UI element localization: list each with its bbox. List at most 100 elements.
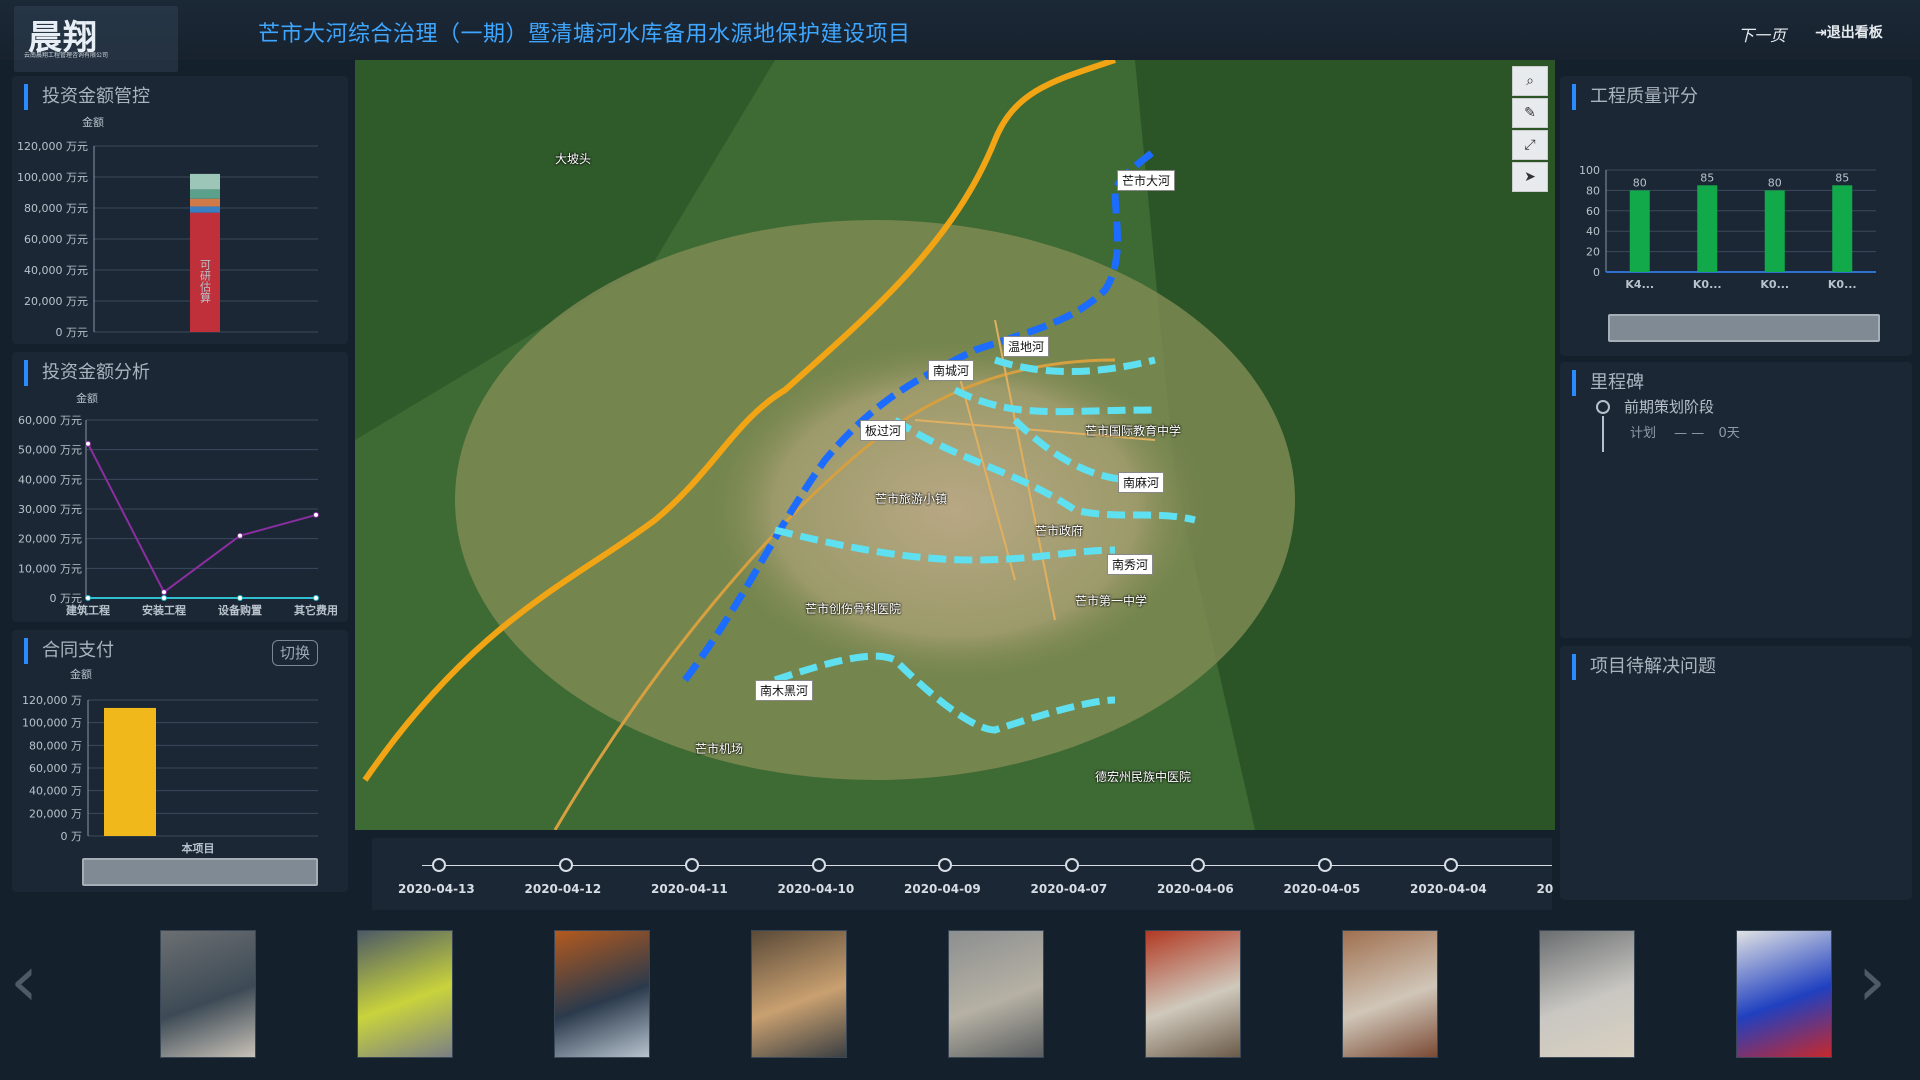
site-photo-thumbnail[interactable] bbox=[1736, 930, 1832, 1058]
river-tag-nancheng[interactable]: 南城河 bbox=[928, 360, 975, 381]
timeline-node[interactable] bbox=[1064, 858, 1079, 872]
river-tag-nanma[interactable]: 南麻河 bbox=[1118, 472, 1165, 493]
y-tick-label: 0 万元 bbox=[56, 326, 89, 339]
bar bbox=[104, 707, 156, 836]
timeline-date[interactable]: 2020-04-12 bbox=[525, 882, 602, 896]
company-logo: 晨翔 云南晨翔工程管理咨询有限公司 bbox=[14, 6, 178, 72]
bar-label: 可研估算 bbox=[199, 259, 212, 304]
stacked-bar-segment bbox=[190, 206, 220, 213]
site-photo-thumbnail[interactable] bbox=[357, 930, 453, 1058]
y-tick-label: 100 bbox=[1579, 164, 1600, 177]
timeline-date[interactable]: 2020-04-10 bbox=[778, 882, 855, 896]
timeline-line bbox=[422, 865, 1552, 866]
y-axis-title: 金额 bbox=[76, 391, 98, 405]
site-photo-thumbnail[interactable] bbox=[751, 930, 847, 1058]
map-place-label: 芒市旅游小镇 bbox=[875, 492, 948, 506]
project-map[interactable]: 芒市大河 温地河 南城河 板过河 南麻河 南秀河 南木黑河 芒市国际教育中学 芒… bbox=[355, 60, 1555, 830]
bar bbox=[1697, 185, 1718, 272]
timeline-node[interactable] bbox=[432, 858, 446, 872]
river-tag-mangshi-dahe[interactable]: 芒市大河 bbox=[1117, 170, 1176, 191]
timeline-date[interactable]: 20 bbox=[1537, 882, 1554, 896]
x-tick-label: 建筑工程 bbox=[66, 603, 110, 617]
map-place-label: 芒市国际教育中学 bbox=[1085, 424, 1182, 438]
river-tag-wendi[interactable]: 温地河 bbox=[1003, 336, 1050, 357]
plan-days: 0天 bbox=[1718, 426, 1740, 441]
site-photo-thumbnail[interactable] bbox=[554, 930, 650, 1058]
y-tick-label: 20,000 万 bbox=[29, 807, 82, 820]
plan-value: — — bbox=[1674, 426, 1705, 441]
timeline-date[interactable]: 2020-04-07 bbox=[1031, 882, 1108, 896]
y-tick-label: 20 bbox=[1586, 246, 1600, 259]
data-point bbox=[313, 595, 319, 601]
data-label: 80 bbox=[1633, 176, 1647, 189]
y-tick-label: 60,000 万元 bbox=[18, 414, 82, 427]
map-background bbox=[355, 60, 1555, 830]
timeline-node[interactable] bbox=[1191, 858, 1205, 872]
data-label: 85 bbox=[1835, 171, 1849, 184]
y-tick-label: 10,000 万元 bbox=[18, 562, 82, 575]
timeline-date[interactable]: 2020-04-11 bbox=[651, 882, 728, 896]
data-point bbox=[85, 595, 91, 601]
timeline-node[interactable] bbox=[685, 858, 699, 872]
y-tick-label: 60 bbox=[1586, 205, 1600, 218]
river-tag-nanxiu[interactable]: 南秀河 bbox=[1107, 554, 1154, 575]
timeline-node[interactable] bbox=[1317, 858, 1332, 872]
map-fullscreen-button[interactable]: ⤢ bbox=[1512, 130, 1548, 160]
map-locate-button[interactable]: ➤ bbox=[1512, 162, 1548, 192]
timeline-date[interactable]: 2020-04-13 bbox=[398, 882, 475, 896]
bar bbox=[1832, 185, 1853, 272]
switch-button[interactable]: 切换 bbox=[272, 640, 318, 666]
y-tick-label: 80,000 万元 bbox=[24, 202, 88, 215]
stacked-bar-segment bbox=[190, 198, 220, 207]
quality-chart-zoom-slider[interactable] bbox=[1608, 314, 1880, 342]
timeline-node[interactable] bbox=[811, 858, 826, 872]
next-arrow-icon[interactable]: › bbox=[1858, 940, 1886, 1022]
contract-chart-zoom-slider[interactable] bbox=[82, 858, 318, 886]
map-edit-button[interactable]: ✎ bbox=[1512, 98, 1548, 128]
exit-board-button[interactable]: ⇥退出看板 bbox=[1815, 22, 1883, 42]
data-point bbox=[161, 589, 167, 596]
exit-icon: ⇥ bbox=[1815, 25, 1827, 41]
investment-control-chart: 金额 120,000 万元 100,000 万元 80,000 万元 60,000 万元… bbox=[17, 115, 318, 339]
data-point bbox=[85, 440, 91, 447]
map-place-label: 芒市第一中学 bbox=[1075, 594, 1148, 608]
y-tick-label: 40,000 万元 bbox=[18, 473, 82, 486]
y-axis-title: 金额 bbox=[70, 667, 92, 681]
site-photo-thumbnail[interactable] bbox=[1342, 930, 1438, 1058]
timeline-date[interactable]: 2020-04-04 bbox=[1410, 882, 1487, 896]
map-search-button[interactable]: ⌕ bbox=[1512, 66, 1548, 96]
river-tag-banguo[interactable]: 板过河 bbox=[860, 420, 907, 441]
x-tick-label: 设备购置 bbox=[218, 603, 262, 617]
investment-control-panel: 投资金额管控 金额 120,000 万元 100,000 万元 80,000 万元 60… bbox=[12, 76, 348, 344]
prev-arrow-icon[interactable]: ‹ bbox=[10, 940, 38, 1022]
fullscreen-icon: ⤢ bbox=[1524, 137, 1536, 153]
investment-analysis-panel: 投资金额分析 金额 60,000 万元 50,000 万元 40,000 万元 30,0… bbox=[12, 352, 348, 622]
contract-payment-chart: 金额 120,000 万 100,000 万 80,000 万 60,000 万 40,0… bbox=[22, 667, 318, 855]
timeline-node[interactable] bbox=[1444, 858, 1458, 872]
timeline-node[interactable] bbox=[558, 858, 573, 872]
x-tick-label: K0... bbox=[1828, 278, 1857, 291]
timeline-date[interactable]: 2020-04-09 bbox=[904, 882, 981, 896]
stacked-bar-segment bbox=[190, 173, 220, 190]
y-tick-label: 40,000 万元 bbox=[24, 264, 88, 277]
data-point bbox=[237, 532, 243, 539]
river-tag-nanmuhei[interactable]: 南木黑河 bbox=[755, 680, 814, 701]
x-tick-label: K0... bbox=[1693, 278, 1722, 291]
site-photo-thumbnail[interactable] bbox=[160, 930, 256, 1058]
page-title: 芒市大河综合治理（一期）暨清塘河水库备用水源地保护建设项目 bbox=[258, 22, 911, 47]
site-photo-thumbnail[interactable] bbox=[1539, 930, 1635, 1058]
site-photo-thumbnail[interactable] bbox=[948, 930, 1044, 1058]
bar bbox=[1629, 190, 1650, 272]
quality-score-panel: 工程质量评分 100 80 60 40 20 0 80 K4... 85 K0... 80 K0...… bbox=[1560, 76, 1912, 356]
timeline-node[interactable] bbox=[938, 858, 952, 872]
investment-analysis-chart: 金额 60,000 万元 50,000 万元 40,000 万元 30,000 万元 20… bbox=[18, 391, 338, 617]
y-tick-label: 20,000 万元 bbox=[24, 295, 88, 308]
series-line bbox=[87, 443, 317, 594]
edit-icon: ✎ bbox=[1524, 105, 1536, 121]
map-place-label: 大坡头 bbox=[555, 152, 592, 166]
timeline-date[interactable]: 2020-04-05 bbox=[1284, 882, 1361, 896]
next-page-button[interactable]: 下一页 bbox=[1738, 22, 1786, 46]
timeline-date[interactable]: 2020-04-06 bbox=[1157, 882, 1234, 896]
site-photo-thumbnail[interactable] bbox=[1145, 930, 1241, 1058]
stacked-bar-segment bbox=[190, 189, 220, 199]
